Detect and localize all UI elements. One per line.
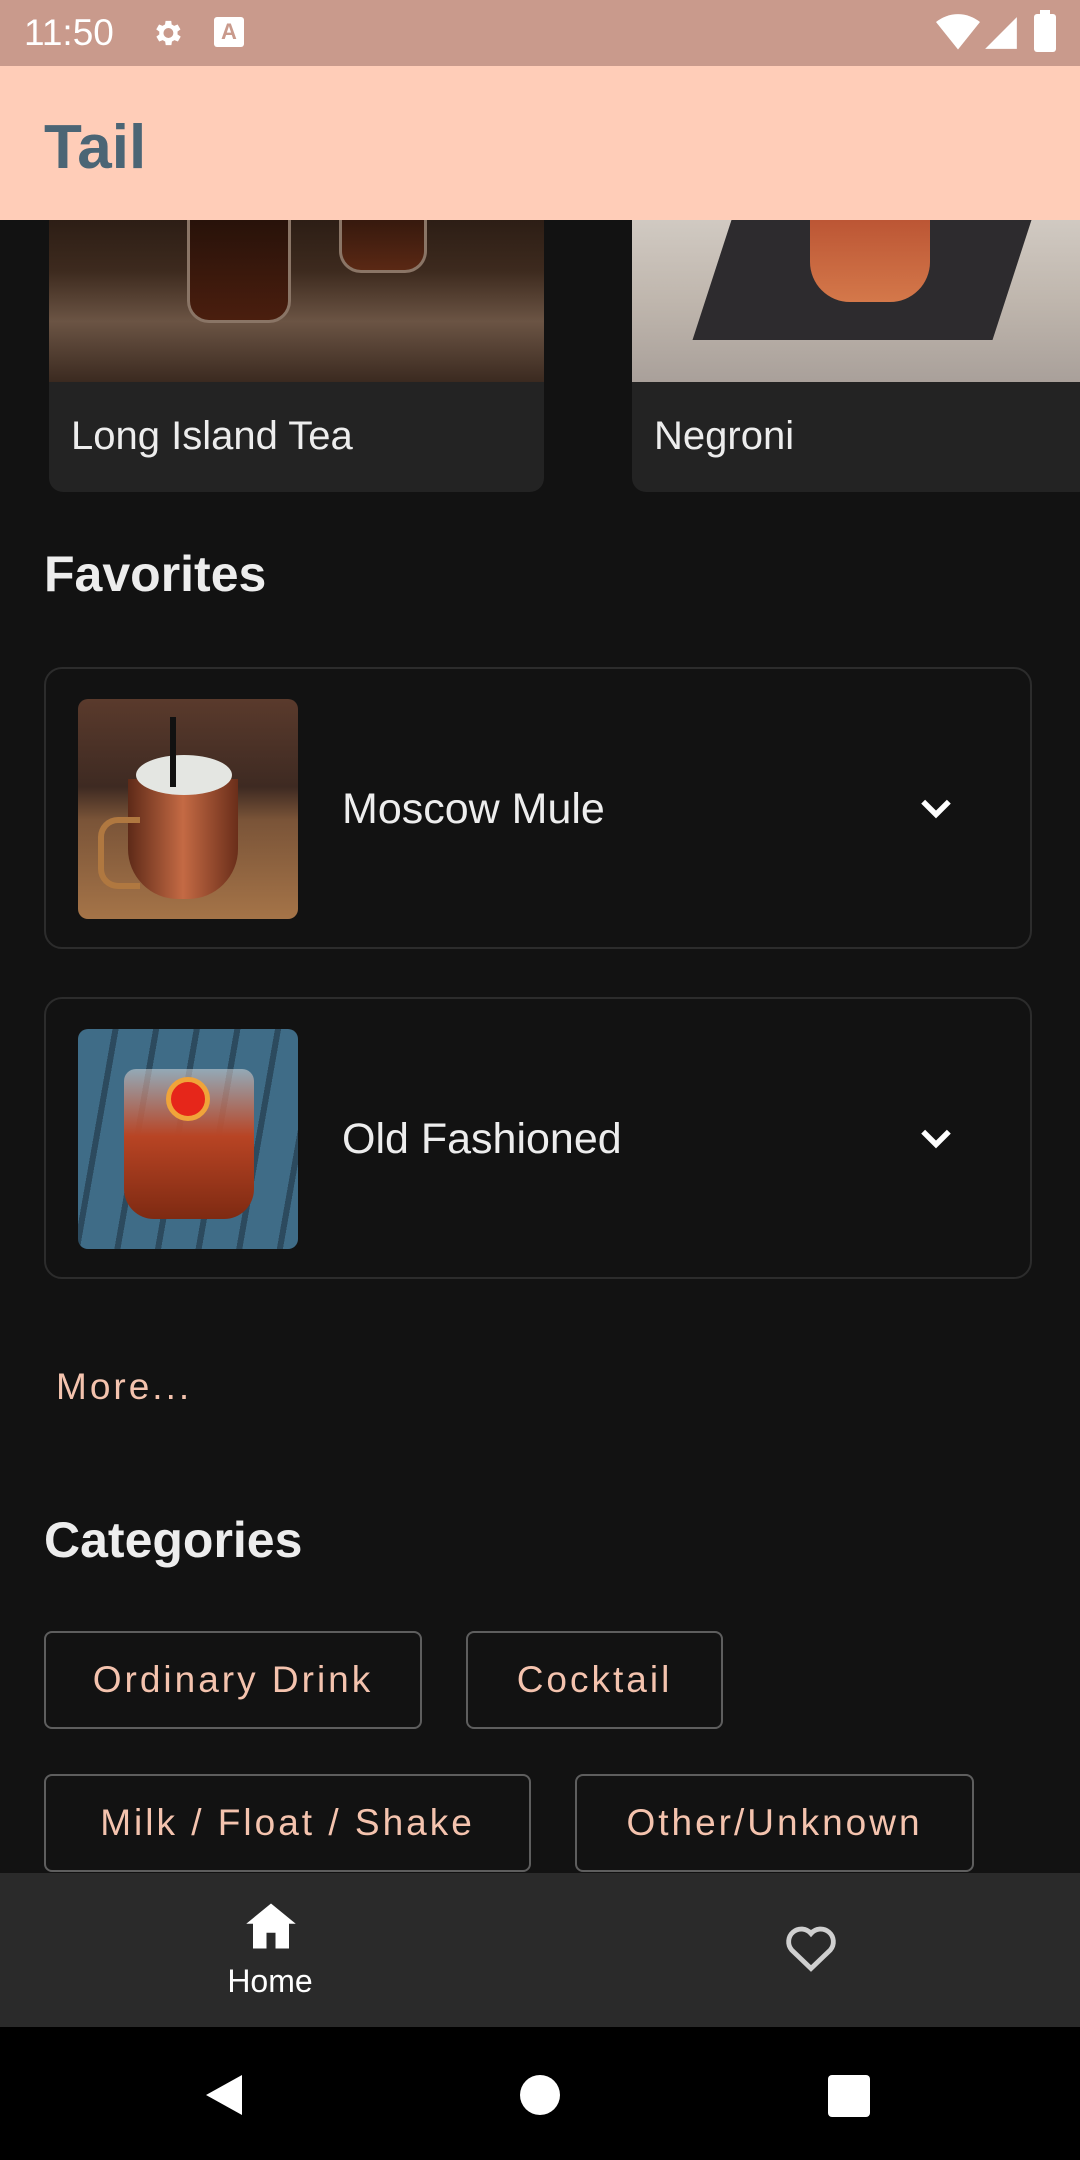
- status-bar: 11:50 A: [0, 0, 1080, 66]
- drink-name: Long Island Tea: [71, 414, 353, 458]
- categories-heading: Categories: [44, 1512, 303, 1568]
- drink-card-long-island-tea[interactable]: Long Island Tea: [49, 220, 544, 492]
- category-chip[interactable]: Other/Unknown: [575, 1774, 974, 1872]
- signal-icon: [985, 17, 1017, 49]
- battery-icon: [1034, 10, 1056, 52]
- back-icon[interactable]: [202, 2071, 246, 2119]
- category-chip[interactable]: Cocktail: [466, 1631, 723, 1729]
- chevron-down-icon[interactable]: [914, 1117, 958, 1161]
- drink-thumbnail: [78, 699, 298, 919]
- home-circle-icon[interactable]: [520, 2075, 560, 2115]
- settings-gear-icon: [156, 20, 181, 46]
- favorite-item-old-fashioned[interactable]: Old Fashioned: [44, 997, 1032, 1279]
- drink-photo: [632, 220, 1080, 382]
- nav-favorites-tab[interactable]: [760, 1873, 860, 2027]
- home-icon: [246, 1903, 296, 1949]
- nav-home-label: Home: [227, 1963, 313, 1999]
- keyboard-a-icon: A: [214, 17, 244, 47]
- nav-home-tab[interactable]: Home: [170, 1873, 370, 2027]
- recent-apps-icon[interactable]: [828, 2075, 870, 2117]
- status-time: 11:50: [24, 12, 114, 53]
- chevron-down-icon[interactable]: [914, 787, 958, 831]
- drink-name: Negroni: [654, 414, 795, 458]
- home-content[interactable]: Long Island Tea Negroni Favorites Moscow…: [0, 220, 1080, 1873]
- favorites-heading: Favorites: [44, 546, 267, 602]
- favorite-name: Old Fashioned: [342, 1115, 622, 1163]
- app-title: Tail: [44, 113, 147, 182]
- category-chip[interactable]: Ordinary Drink: [44, 1631, 422, 1729]
- favorite-item-moscow-mule[interactable]: Moscow Mule: [44, 667, 1032, 949]
- more-favorites-link[interactable]: More...: [56, 1366, 192, 1408]
- drink-photo: [49, 220, 544, 382]
- heart-outline-icon: [786, 1926, 836, 1972]
- bottom-navigation: Home: [0, 1873, 1080, 2027]
- system-navigation-bar: [0, 2027, 1080, 2160]
- favorite-name: Moscow Mule: [342, 785, 605, 833]
- app-bar: Tail: [0, 66, 1080, 220]
- drink-thumbnail: [78, 1029, 298, 1249]
- wifi-icon: [936, 14, 980, 50]
- drink-card-negroni[interactable]: Negroni: [632, 220, 1080, 492]
- category-chip[interactable]: Milk / Float / Shake: [44, 1774, 531, 1872]
